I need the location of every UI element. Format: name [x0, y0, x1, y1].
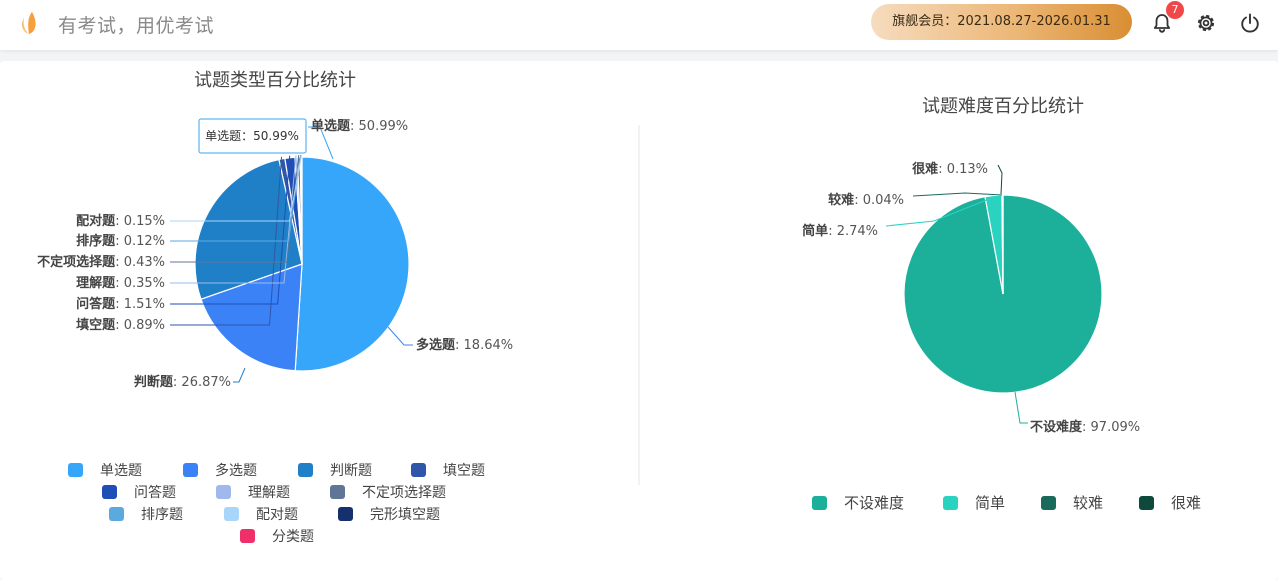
pie-tooltip: 单选题：50.99% [198, 118, 307, 154]
legend-item-0-6[interactable]: 不定项选择题 [330, 485, 446, 501]
membership-badge[interactable]: 旗舰会员：2021.08.27-2026.01.31 [871, 4, 1132, 40]
svg-text:不设难度: 不设难度 [844, 494, 904, 512]
svg-text:排序题: 排序题 [141, 507, 183, 523]
pie-label-0-0: 单选题: 50.99% [311, 118, 408, 134]
pie-leader-0-2 [233, 367, 246, 383]
pie-label-0-3: 填空题: 0.89% [76, 317, 165, 333]
chart-title-question-type: 试题类型百分比统计 [194, 70, 356, 91]
statistics-panel: 试题类型百分比统计单选题: 50.99% 多选题: 18.64% 判断题: 26.8… [0, 61, 1278, 580]
legend-item-0-3[interactable]: 填空题 [411, 463, 485, 479]
svg-text:单选题: 单选题 [100, 463, 142, 479]
gear-icon[interactable] [1195, 12, 1217, 34]
svg-text:多选题: 多选题 [215, 462, 257, 479]
legend-item-0-1[interactable]: 多选题 [183, 462, 257, 479]
legend-item-0-2[interactable]: 判断题 [298, 463, 372, 479]
svg-text:理解题: 理解题 [248, 485, 290, 501]
svg-text:填空题: 填空题 [443, 463, 485, 479]
power-icon[interactable] [1239, 12, 1261, 34]
svg-text:判断题: 判断题 [330, 463, 372, 479]
app-slogan: 有考试，用优考试 [58, 15, 215, 37]
pie-label-1-2: 较难: 0.04% [828, 192, 904, 208]
pie-leader-0-1 [387, 326, 413, 346]
pie-leader-1-3 [997, 164, 1003, 195]
legend-item-0-10[interactable]: 分类题 [240, 529, 314, 545]
legend-item-1-0[interactable]: 不设难度 [812, 494, 904, 512]
notification-count-badge: 7 [1166, 1, 1184, 19]
pie-label-0-5: 理解题: 0.35% [76, 275, 165, 291]
pie-label-0-2: 判断题: 26.87% [134, 374, 231, 390]
svg-text:配对题: 配对题 [256, 507, 298, 523]
pie-leader-1-0 [1014, 391, 1028, 424]
legend-item-0-7[interactable]: 排序题 [109, 507, 183, 523]
top-bar: 有考试，用优考试 旗舰会员：2021.08.27-2026.01.31 7 [0, 0, 1278, 50]
pie-label-0-1: 多选题: 18.64% [416, 337, 513, 353]
legend-item-1-2[interactable]: 较难 [1041, 494, 1103, 512]
svg-text:简单: 简单 [975, 494, 1005, 512]
pie-label-1-0: 不设难度: 97.09% [1030, 419, 1140, 435]
pie-label-0-8: 配对题: 0.15% [76, 213, 165, 229]
svg-text:较难: 较难 [1073, 494, 1103, 512]
chart-title-difficulty: 试题难度百分比统计 [922, 96, 1084, 117]
svg-text:完形填空题: 完形填空题 [370, 507, 440, 523]
pie-label-1-3: 很难: 0.13% [912, 161, 988, 177]
legend-item-1-1[interactable]: 简单 [943, 494, 1005, 512]
svg-text:不定项选择题: 不定项选择题 [362, 485, 446, 501]
legend-item-0-9[interactable]: 完形填空题 [338, 507, 440, 523]
app-logo-icon[interactable] [18, 10, 42, 36]
svg-text:问答题: 问答题 [134, 484, 176, 501]
pie-slice-0-0[interactable] [294, 156, 410, 372]
svg-text:分类题: 分类题 [272, 529, 314, 545]
pie-label-0-7: 排序题: 0.12% [76, 233, 165, 249]
svg-text:很难: 很难 [1171, 494, 1201, 512]
statistics-charts: 试题类型百分比统计单选题: 50.99% 多选题: 18.64% 判断题: 26.8… [37, 70, 1201, 545]
legend-item-0-8[interactable]: 配对题 [224, 507, 298, 523]
svg-text:单选题：50.99%: 单选题：50.99% [205, 129, 299, 143]
pie-label-0-6: 不定项选择题: 0.43% [37, 254, 165, 270]
legend-item-0-4[interactable]: 问答题 [102, 484, 176, 501]
legend-item-1-3[interactable]: 很难 [1139, 494, 1201, 512]
legend-item-0-5[interactable]: 理解题 [216, 485, 290, 501]
legend-item-0-0[interactable]: 单选题 [68, 463, 142, 479]
pie-label-0-4: 问答题: 1.51% [76, 296, 165, 312]
pie-label-1-1: 简单: 2.74% [802, 223, 878, 239]
